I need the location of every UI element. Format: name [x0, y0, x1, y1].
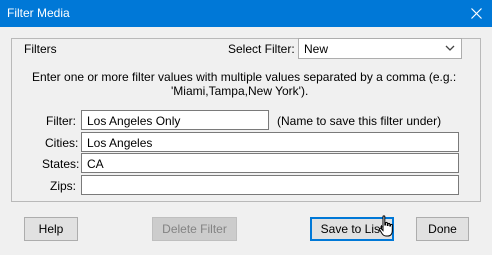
done-button[interactable]: Done: [416, 217, 469, 241]
filter-hint: (Name to save this filter under): [277, 114, 442, 128]
states-value: CA: [87, 157, 104, 171]
cities-label: Cities:: [45, 136, 79, 150]
chevron-down-icon: [445, 45, 455, 51]
instructions-line-2: 'Miami,Tampa,New York').: [171, 84, 309, 98]
cities-input[interactable]: Los Angeles: [81, 132, 459, 152]
select-filter-label: Select Filter:: [228, 42, 295, 56]
hand-pointer-icon: [378, 215, 393, 237]
filter-name-value: Los Angeles Only: [87, 114, 181, 128]
delete-filter-button[interactable]: Delete Filter: [152, 217, 237, 241]
window-title: Filter Media: [7, 6, 70, 20]
select-filter-dropdown[interactable]: New: [298, 38, 462, 59]
title-bar: Filter Media: [0, 0, 492, 27]
states-input[interactable]: CA: [81, 153, 459, 173]
zips-label: Zips:: [50, 179, 77, 193]
select-filter-value: New: [304, 42, 329, 56]
filters-group-label: Filters: [24, 42, 57, 56]
cities-value: Los Angeles: [87, 136, 153, 150]
filter-name-input[interactable]: Los Angeles Only: [81, 110, 269, 130]
instructions-line-1: Enter one or more filter values with mul…: [32, 70, 457, 84]
zips-input[interactable]: [81, 175, 459, 195]
close-icon: [471, 8, 482, 19]
close-button[interactable]: [460, 0, 492, 27]
states-label: States:: [42, 157, 80, 171]
help-button[interactable]: Help: [24, 217, 78, 241]
filter-label: Filter:: [46, 114, 76, 128]
